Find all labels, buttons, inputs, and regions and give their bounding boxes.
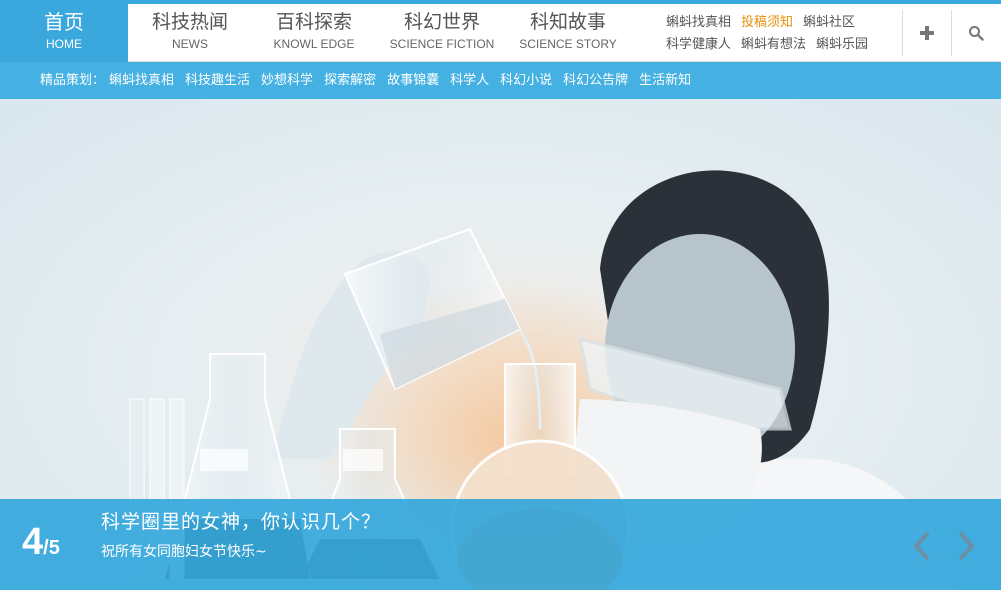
search-button[interactable] (951, 10, 1000, 56)
quick-links: 蝌蚪找真相 投稿须知 蝌蚪社区 科学健康人 蝌蚪有想法 蝌蚪乐园 (666, 14, 896, 58)
prev-slide-button[interactable] (908, 529, 938, 563)
next-slide-button[interactable] (950, 529, 980, 563)
top-navigation: 首页 HOME 科技热闻 NEWS 百科探索 KNOWL EDGE 科幻世界 S… (0, 0, 1001, 62)
featured-topic-link[interactable]: 故事锦囊 (387, 73, 439, 88)
featured-topic-link[interactable]: 妙想科学 (261, 73, 313, 88)
nav-item-sublabel: SCIENCE FICTION (389, 37, 495, 51)
quick-link[interactable]: 蝌蚪有想法 (741, 37, 806, 52)
featured-label: 精品策划： (40, 73, 106, 88)
slide-subtitle: 祝所有女同胞妇女节快乐~ (101, 544, 267, 560)
featured-topic-link[interactable]: 科学人 (450, 73, 489, 88)
nav-item-label: 科知故事 (529, 11, 606, 33)
featured-topic-link[interactable]: 科幻公告牌 (563, 73, 628, 88)
nav-home-tab[interactable]: 首页 HOME (0, 4, 128, 62)
hero-slider[interactable]: 4/5 科学圈里的女神，你认识几个？ 祝所有女同胞妇女节快乐~ (0, 99, 1001, 590)
quick-link-submission[interactable]: 投稿须知 (741, 15, 793, 30)
nav-item-sublabel: SCIENCE STORY (519, 37, 617, 51)
quick-links-row: 蝌蚪找真相 投稿须知 蝌蚪社区 (666, 14, 896, 36)
search-icon (969, 26, 984, 41)
nav-item-label: 科幻世界 (403, 11, 480, 33)
slide-counter: 4/5 (22, 521, 60, 564)
add-button[interactable] (902, 10, 951, 56)
featured-topic-link[interactable]: 科幻小说 (500, 73, 552, 88)
featured-topics-bar: 精品策划： 蝌蚪找真相 科技趣生活 妙想科学 探索解密 故事锦囊 科学人 科幻小说 科幻公告牌生… (0, 62, 1001, 99)
nav-item-label: 百科探索 (275, 11, 352, 33)
quick-links-row: 科学健康人 蝌蚪有想法 蝌蚪乐园 (666, 36, 896, 58)
nav-home-sublabel: HOME (46, 37, 82, 51)
nav-item-sublabel: KNOWL EDGE (273, 37, 355, 51)
nav-item-science-fiction[interactable]: 科幻世界 SCIENCE FICTION (378, 4, 506, 62)
chevron-right-icon (958, 531, 975, 561)
slide-title[interactable]: 科学圈里的女神，你认识几个？ (101, 507, 381, 534)
slide-counter-total: /5 (43, 537, 60, 559)
chevron-left-icon (913, 531, 930, 561)
nav-item-sublabel: NEWS (172, 37, 208, 51)
featured-topic-link[interactable]: 科技趣生活 (185, 73, 250, 88)
featured-topic-link[interactable]: 探索解密 (324, 73, 376, 88)
slide-caption-bar: 4/5 科学圈里的女神，你认识几个？ 祝所有女同胞妇女节快乐~ (0, 499, 1001, 590)
quick-link[interactable]: 科学健康人 (666, 37, 731, 52)
nav-home-label: 首页 (44, 10, 84, 34)
slide-counter-current: 4 (22, 521, 44, 563)
quick-link[interactable]: 蝌蚪社区 (803, 15, 855, 30)
nav-item-science-story[interactable]: 科知故事 SCIENCE STORY (508, 4, 628, 62)
featured-topic-link[interactable]: 蝌蚪找真相 (109, 73, 174, 88)
featured-topic-link[interactable]: 生活新知 (639, 73, 691, 88)
nav-item-knowledge[interactable]: 百科探索 KNOWL EDGE (252, 4, 376, 62)
quick-link[interactable]: 蝌蚪找真相 (666, 15, 731, 30)
nav-item-news[interactable]: 科技热闻 NEWS (128, 4, 252, 62)
quick-link[interactable]: 蝌蚪乐园 (816, 37, 868, 52)
nav-item-label: 科技热闻 (151, 11, 228, 33)
plus-icon (920, 26, 934, 40)
